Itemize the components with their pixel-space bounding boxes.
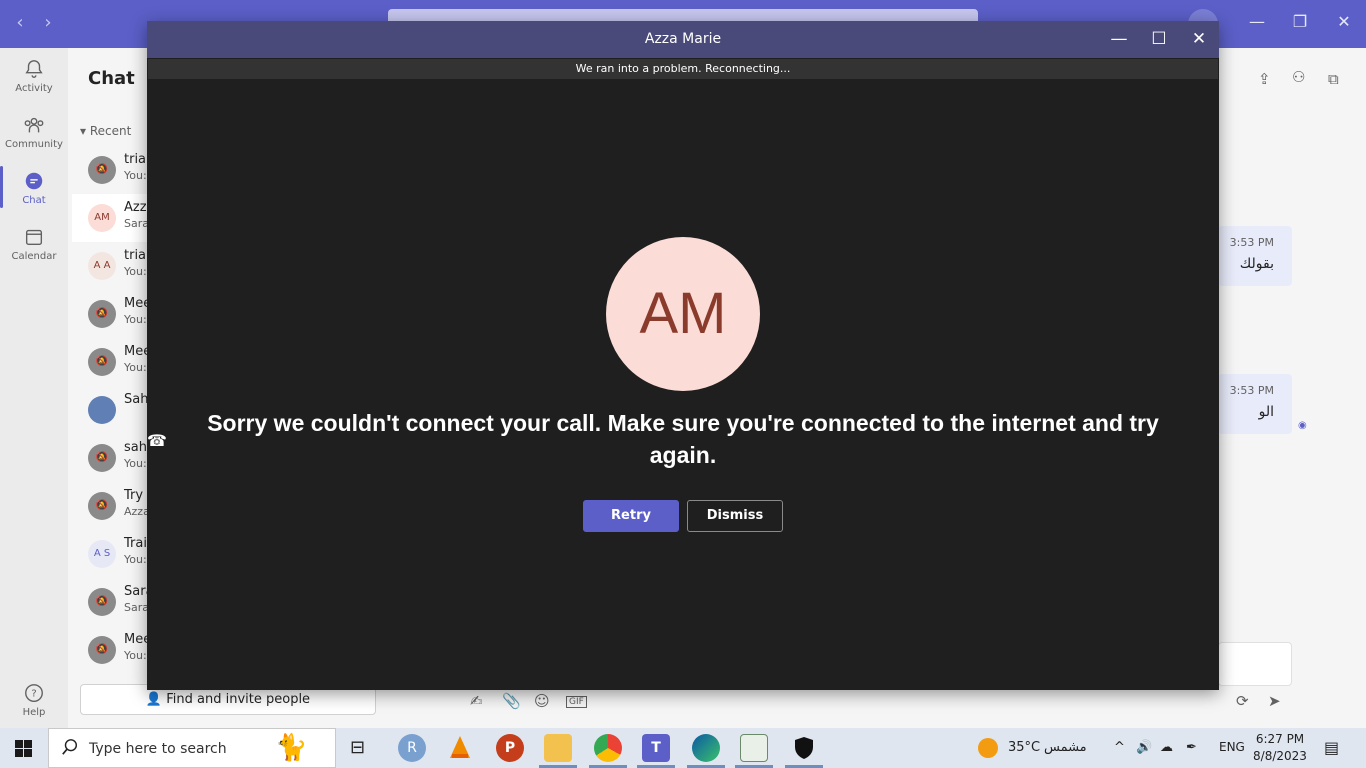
emoji-icon[interactable]: ☺: [534, 692, 550, 710]
windows-start-icon[interactable]: [15, 740, 32, 757]
notification-center-icon[interactable]: ▤: [1324, 738, 1339, 757]
call-minimize-icon[interactable]: —: [1106, 29, 1132, 49]
task-view-icon[interactable]: ⊟: [350, 737, 365, 758]
call-title: Azza Marie: [644, 31, 722, 47]
onedrive-cloud-icon[interactable]: ☁: [1160, 740, 1173, 755]
svg-text:?: ?: [31, 689, 36, 700]
community-icon: [24, 117, 44, 133]
compose-box[interactable]: [1218, 642, 1292, 686]
close-icon[interactable]: ✕: [1329, 12, 1359, 31]
gif-icon[interactable]: GIF: [566, 696, 587, 708]
retry-button[interactable]: Retry: [583, 500, 679, 532]
weather-sun-icon[interactable]: [978, 738, 998, 758]
caller-avatar: AM: [606, 237, 760, 391]
app-rail: Activity Community Chat Calendar ? Help: [0, 48, 68, 728]
bell-icon: [25, 60, 43, 78]
r-app-icon[interactable]: R: [398, 734, 426, 762]
minimize-icon[interactable]: —: [1242, 12, 1272, 31]
loop-icon[interactable]: ⟳: [1236, 692, 1249, 710]
call-maximize-icon[interactable]: ☐: [1146, 29, 1172, 49]
message-bubble: 3:53 PM الو: [1218, 374, 1292, 434]
teams-taskbar-icon[interactable]: T: [642, 734, 670, 762]
rail-item-help[interactable]: ? Help: [0, 682, 68, 718]
avatar: AM: [88, 204, 116, 232]
back-arrow-icon[interactable]: ‹: [8, 12, 32, 33]
rail-item-activity[interactable]: Activity: [0, 58, 68, 94]
group-avatar: A A: [88, 252, 116, 280]
speaker-icon[interactable]: 🔊: [1136, 740, 1152, 755]
dismiss-button[interactable]: Dismiss: [687, 500, 783, 532]
reconnecting-banner: We ran into a problem. Reconnecting...: [148, 59, 1218, 79]
vlc-icon[interactable]: [446, 734, 474, 762]
weather-text: مشمس: [1044, 740, 1087, 755]
photo-avatar: [88, 396, 116, 424]
group-avatar: A S: [88, 540, 116, 568]
pen-icon[interactable]: ✒: [1186, 740, 1197, 755]
powerpoint-icon[interactable]: P: [496, 734, 524, 762]
muted-avatar: 🔕: [88, 348, 116, 376]
chat-title: Chat: [88, 68, 135, 89]
tray-chevron-up-icon[interactable]: ^: [1114, 740, 1125, 755]
format-icon[interactable]: ✍: [470, 692, 483, 710]
muted-avatar: 🔕: [88, 492, 116, 520]
message-bubble: 3:53 PM بقولك: [1218, 226, 1292, 286]
muted-avatar: 🔕: [88, 300, 116, 328]
edge-icon[interactable]: [692, 734, 720, 762]
attach-icon[interactable]: 📎: [502, 692, 521, 710]
muted-avatar: 🔕: [88, 156, 116, 184]
chrome-icon[interactable]: [594, 734, 622, 762]
call-error-message: Sorry we couldn't connect your call. Mak…: [207, 410, 1159, 468]
recent-section-header[interactable]: ▾ Recent: [80, 124, 131, 138]
rail-item-chat[interactable]: Chat: [0, 170, 68, 206]
send-icon[interactable]: ➤: [1268, 692, 1281, 710]
file-explorer-icon[interactable]: [544, 734, 572, 762]
calendar-icon: [25, 229, 43, 246]
chat-icon: [25, 172, 43, 190]
taskbar-clock[interactable]: 6:27 PM 8/8/2023: [1250, 731, 1310, 765]
forward-arrow-icon[interactable]: ›: [36, 12, 60, 33]
taskbar-search[interactable]: Type here to search 🐈: [48, 728, 336, 768]
muted-avatar: 🔕: [88, 636, 116, 664]
help-icon: ?: [25, 684, 43, 702]
phone-icon: ☎: [147, 431, 167, 450]
maximize-icon[interactable]: ❐: [1285, 12, 1315, 31]
windows-taskbar: Type here to search 🐈 ⊟ R P T 35°C مشمس …: [0, 728, 1366, 768]
pop-out-icon[interactable]: ⧉: [1328, 70, 1339, 88]
rail-item-calendar[interactable]: Calendar: [0, 226, 68, 262]
person-add-icon: 👤: [145, 692, 163, 707]
call-close-icon[interactable]: ✕: [1186, 29, 1212, 49]
add-people-icon[interactable]: ⚇: [1292, 68, 1305, 86]
muted-avatar: 🔕: [88, 444, 116, 472]
seen-icon: ◉: [1298, 420, 1307, 431]
search-icon: [62, 739, 78, 755]
input-language[interactable]: ENG: [1219, 740, 1245, 754]
security-shield-icon[interactable]: [790, 734, 818, 762]
share-icon[interactable]: ⇪: [1258, 70, 1271, 88]
reader-app-icon[interactable]: [740, 734, 768, 762]
rail-item-community[interactable]: Community: [0, 114, 68, 150]
call-window: Azza Marie — ☐ ✕ We ran into a problem. …: [147, 21, 1219, 690]
call-titlebar: Azza Marie — ☐ ✕: [147, 21, 1219, 58]
muted-avatar: 🔕: [88, 588, 116, 616]
cat-illustration-icon: 🐈: [275, 733, 308, 763]
